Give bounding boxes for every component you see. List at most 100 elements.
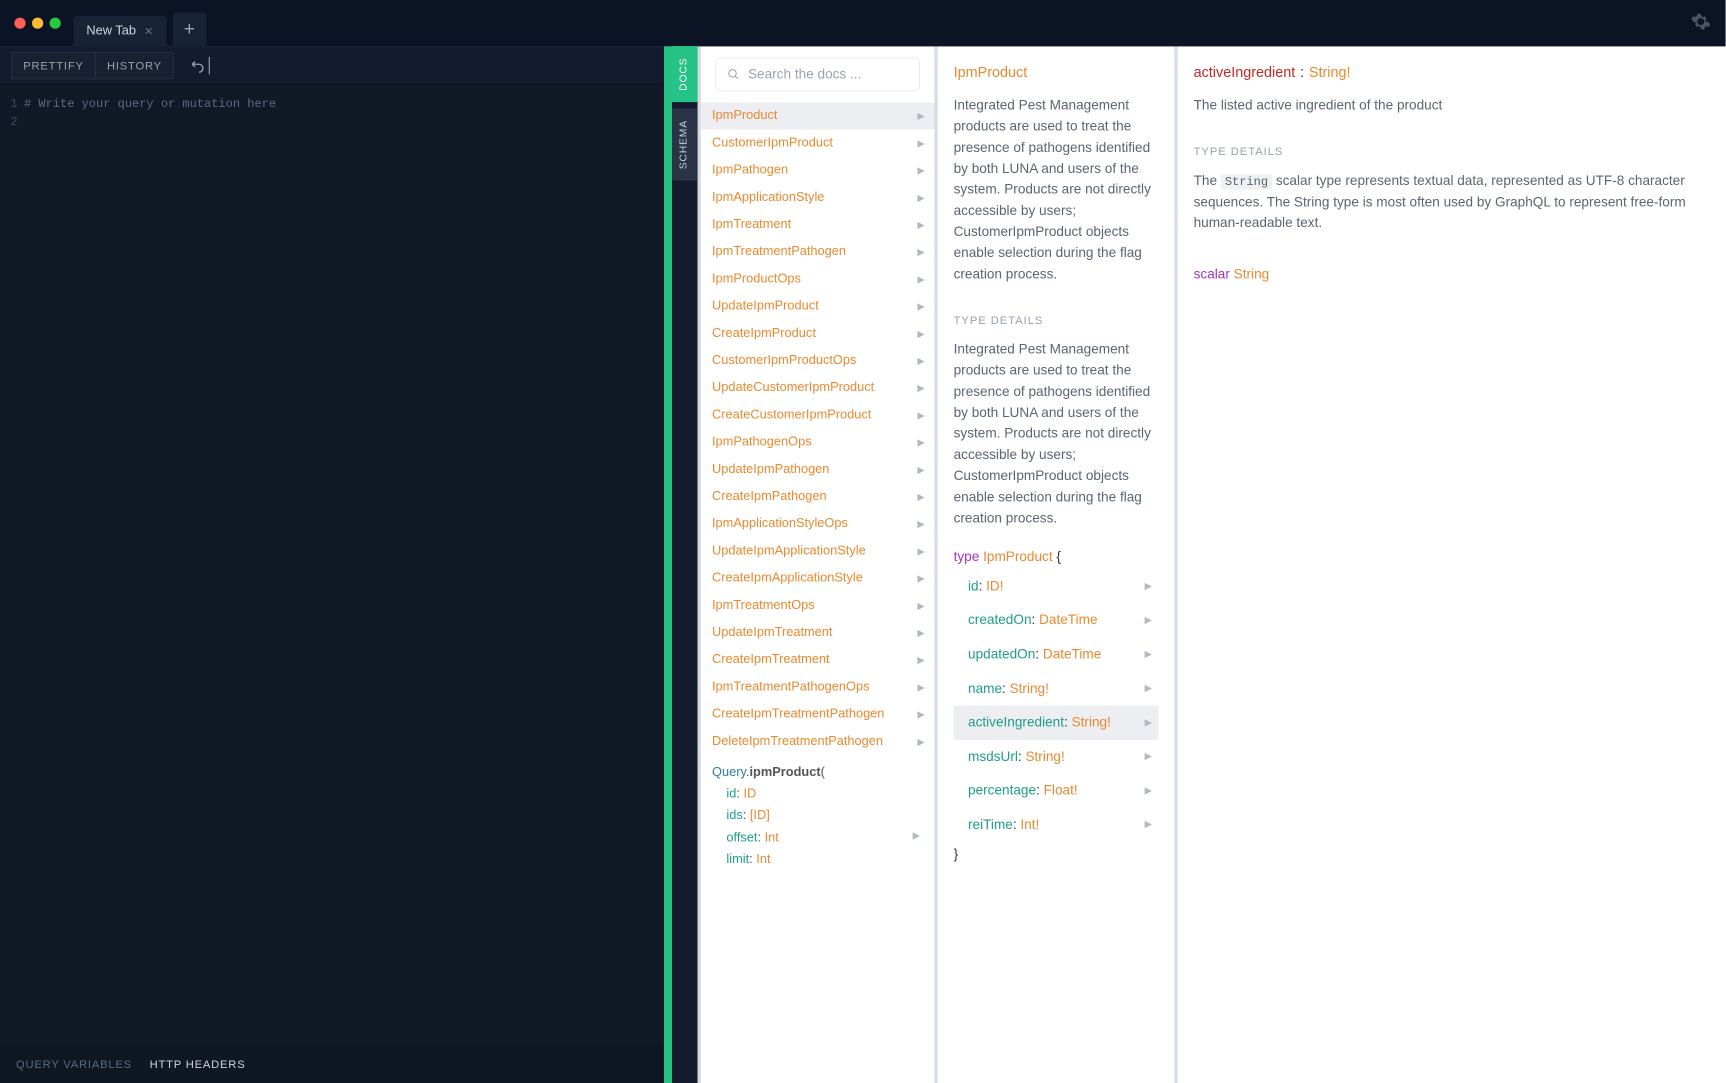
undo-icon — [190, 57, 206, 73]
field-type-details-label: TYPE DETAILS — [1194, 145, 1710, 158]
type-row[interactable]: IpmPathogen▶ — [701, 157, 935, 184]
chevron-right-icon: ▶ — [917, 709, 924, 720]
chevron-right-icon: ▶ — [917, 464, 924, 475]
type-row[interactable]: DeleteIpmTreatmentPathogen▶ — [701, 728, 935, 755]
docs-type-detail-column: IpmProduct Integrated Pest Management pr… — [934, 46, 1174, 1083]
type-row[interactable]: CreateIpmTreatmentPathogen▶ — [701, 701, 935, 728]
close-window-icon[interactable] — [14, 18, 25, 29]
type-row[interactable]: CustomerIpmProduct▶ — [701, 130, 935, 157]
type-row[interactable]: UpdateIpmTreatment▶ — [701, 619, 935, 646]
chevron-right-icon: ▶ — [917, 328, 924, 339]
type-row[interactable]: IpmProductOps▶ — [701, 266, 935, 293]
type-row[interactable]: CreateCustomerIpmProduct▶ — [701, 402, 935, 429]
chevron-right-icon: ▶ — [917, 600, 924, 611]
type-row[interactable]: UpdateCustomerIpmProduct▶ — [701, 374, 935, 401]
chevron-right-icon: ▶ — [1145, 578, 1152, 595]
chevron-right-icon: ▶ — [917, 301, 924, 312]
chevron-right-icon: ▶ — [917, 355, 924, 366]
docs-search[interactable] — [715, 58, 920, 92]
field-row[interactable]: reiTime: Int!▶ — [954, 808, 1159, 842]
text-cursor — [209, 56, 210, 74]
tab-bar: New Tab ✕ + — [74, 0, 207, 46]
type-row[interactable]: IpmTreatmentPathogen▶ — [701, 238, 935, 265]
field-title: activeIngredient: String! — [1194, 64, 1710, 81]
chevron-right-icon: ▶ — [917, 546, 924, 557]
chevron-right-icon: ▶ — [917, 627, 924, 638]
chevron-right-icon: ▶ — [917, 491, 924, 502]
docs-tab[interactable]: DOCS — [672, 46, 698, 102]
chevron-right-icon: ▶ — [1145, 748, 1152, 765]
type-description: Integrated Pest Management products are … — [954, 95, 1159, 285]
window-controls — [8, 18, 61, 29]
type-row[interactable]: IpmTreatment▶ — [701, 211, 935, 238]
field-row[interactable]: name: String!▶ — [954, 672, 1159, 706]
field-row[interactable]: percentage: Float!▶ — [954, 774, 1159, 808]
type-row[interactable]: IpmPathogenOps▶ — [701, 429, 935, 456]
type-list[interactable]: IpmProduct▶CustomerIpmProduct▶IpmPathoge… — [701, 102, 935, 1083]
settings-button[interactable] — [1690, 11, 1711, 34]
type-row[interactable]: IpmProduct▶ — [701, 102, 935, 129]
undo-button[interactable] — [182, 52, 218, 79]
type-row[interactable]: UpdateIpmApplicationStyle▶ — [701, 538, 935, 565]
type-row[interactable]: UpdateIpmProduct▶ — [701, 293, 935, 320]
prettify-button[interactable]: PRETTIFY — [11, 52, 96, 79]
type-row[interactable]: CreateIpmProduct▶ — [701, 320, 935, 347]
docs-search-container — [701, 46, 935, 102]
scalar-description: The String scalar type represents textua… — [1194, 171, 1710, 234]
chevron-right-icon: ▶ — [917, 682, 924, 693]
type-row[interactable]: UpdateIpmPathogen▶ — [701, 456, 935, 483]
chevron-right-icon: ▶ — [1145, 612, 1152, 629]
tab-active[interactable]: New Tab ✕ — [74, 16, 167, 46]
chevron-right-icon: ▶ — [917, 654, 924, 665]
type-row[interactable]: IpmApplicationStyleOps▶ — [701, 510, 935, 537]
field-row[interactable]: updatedOn: DateTime▶ — [954, 638, 1159, 672]
chevron-right-icon: ▶ — [1145, 782, 1152, 799]
line-gutter: 1 2 — [0, 96, 24, 1083]
chevron-right-icon: ▶ — [1145, 714, 1152, 731]
type-row[interactable]: CustomerIpmProductOps▶ — [701, 347, 935, 374]
docs-type-list-column: IpmProduct▶CustomerIpmProduct▶IpmPathoge… — [698, 46, 935, 1083]
code-editor[interactable]: 1 2 # Write your query or mutation here — [0, 85, 664, 1083]
docs-panel: IpmProduct▶CustomerIpmProduct▶IpmPathoge… — [698, 46, 1726, 1083]
type-row[interactable]: CreateIpmApplicationStyle▶ — [701, 565, 935, 592]
search-icon — [727, 67, 740, 81]
gear-icon — [1690, 11, 1711, 32]
field-row[interactable]: activeIngredient: String!▶ — [954, 706, 1159, 740]
field-row[interactable]: createdOn: DateTime▶ — [954, 604, 1159, 638]
editor-footer: QUERY VARIABLES HTTP HEADERS — [0, 1045, 664, 1083]
docs-divider[interactable] — [664, 46, 672, 1083]
chevron-right-icon: ▶ — [917, 410, 924, 421]
field-row[interactable]: id: ID!▶ — [954, 569, 1159, 603]
title-bar: New Tab ✕ + — [0, 0, 1726, 46]
field-row[interactable]: msdsUrl: String!▶ — [954, 740, 1159, 774]
chevron-right-icon: ▶ — [917, 246, 924, 257]
docs-search-input[interactable] — [748, 66, 908, 82]
type-definition: type IpmProduct { id: ID!▶createdOn: Dat… — [954, 545, 1159, 867]
type-row[interactable]: CreateIpmTreatment▶ — [701, 646, 935, 673]
docs-field-detail-column: activeIngredient: String! The listed act… — [1174, 46, 1725, 1083]
type-row[interactable]: IpmApplicationStyle▶ — [701, 184, 935, 211]
type-details-description: Integrated Pest Management products are … — [954, 339, 1159, 529]
chevron-right-icon: ▶ — [917, 736, 924, 747]
type-row[interactable]: IpmTreatmentPathogenOps▶ — [701, 674, 935, 701]
chevron-right-icon: ▶ — [1145, 816, 1152, 833]
chevron-right-icon: ▶ — [917, 219, 924, 230]
code-body[interactable]: # Write your query or mutation here — [24, 96, 276, 1083]
chevron-right-icon: ▶ — [917, 518, 924, 529]
minimize-window-icon[interactable] — [32, 18, 43, 29]
http-headers-tab[interactable]: HTTP HEADERS — [150, 1058, 246, 1071]
type-row[interactable]: CreateIpmPathogen▶ — [701, 483, 935, 510]
maximize-window-icon[interactable] — [50, 18, 61, 29]
chevron-right-icon: ▶ — [1145, 646, 1152, 663]
schema-tab[interactable]: SCHEMA — [672, 108, 698, 180]
field-description: The listed active ingredient of the prod… — [1194, 95, 1710, 116]
chevron-right-icon: ▶ — [917, 274, 924, 285]
query-field[interactable]: Query.ipmProduct(id: IDids: [ID]offset: … — [701, 755, 935, 877]
add-tab-button[interactable]: + — [173, 13, 207, 47]
chevron-right-icon: ▶ — [917, 382, 924, 393]
close-tab-icon[interactable]: ✕ — [144, 24, 153, 38]
history-button[interactable]: HISTORY — [95, 52, 174, 79]
type-row[interactable]: IpmTreatmentOps▶ — [701, 592, 935, 619]
query-variables-tab[interactable]: QUERY VARIABLES — [16, 1058, 132, 1071]
type-title: IpmProduct — [954, 64, 1159, 81]
